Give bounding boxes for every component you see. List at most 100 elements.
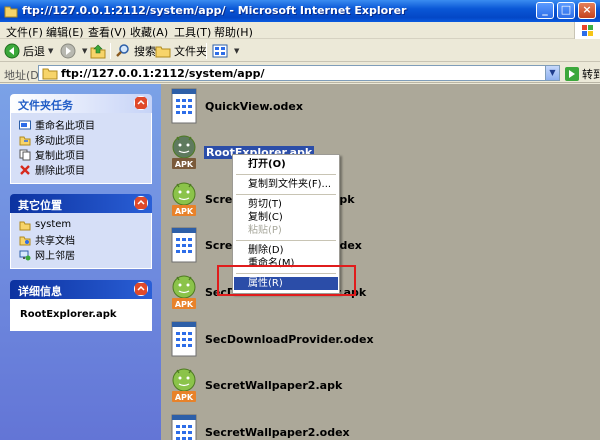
folder-tasks-title: 文件夹任务 — [18, 99, 73, 112]
menu-separator — [236, 174, 336, 175]
document-icon — [171, 321, 197, 357]
details-filename: RootExplorer.apk — [20, 309, 117, 320]
folder-tasks-body: 重命名此项目 移动此项目 复制此项目 删除此项目 — [10, 113, 152, 184]
document-icon — [171, 227, 197, 263]
menu-cut[interactable]: 剪切(T) — [234, 198, 338, 211]
svg-text:APK: APK — [175, 160, 194, 169]
collapse-icon[interactable] — [134, 282, 148, 296]
menu-paste: 粘贴(P) — [248, 225, 282, 236]
android-apk-icon: APK — [172, 368, 196, 402]
back-button[interactable]: 后退 ▼ — [4, 43, 53, 59]
file-item[interactable]: APKScreenCaptureShell.apk — [161, 180, 600, 226]
menu-bar: 文件(F) 编辑(E) 查看(V) 收藏(A) 工具(T) 帮助(H) — [0, 22, 600, 39]
folder-icon — [19, 221, 31, 230]
delete-x-icon — [20, 164, 30, 175]
task-delete[interactable]: 删除此项目 — [11, 162, 151, 177]
maximize-button[interactable]: □ — [557, 2, 575, 19]
place-shared-docs-label: 共享文档 — [35, 236, 75, 247]
svg-text:APK: APK — [175, 300, 194, 309]
back-arrow-icon — [4, 43, 20, 59]
place-shared-docs[interactable]: 共享文档 — [11, 232, 151, 247]
search-button[interactable]: 搜索 — [115, 43, 156, 59]
folder-icon — [42, 68, 58, 80]
task-rename-label: 重命名此项目 — [35, 121, 95, 132]
folders-button[interactable]: 文件夹 — [155, 43, 207, 59]
svg-text:APK: APK — [175, 393, 194, 402]
menu-copy-to-folder[interactable]: 复制到文件夹(F)... — [234, 178, 338, 191]
chevron-down-icon: ▼ — [48, 47, 54, 55]
rename-icon — [19, 120, 31, 129]
android-apk-icon: APK — [172, 135, 196, 169]
place-network[interactable]: 网上邻居 — [11, 247, 151, 262]
folders-icon — [155, 46, 171, 58]
collapse-icon[interactable] — [134, 96, 148, 110]
file-name: SecDownloadProvider.odex — [205, 333, 374, 346]
shared-folder-icon — [19, 236, 31, 245]
menu-open[interactable]: 打开(O) — [234, 158, 338, 171]
views-icon — [212, 44, 228, 58]
document-icon — [171, 414, 197, 440]
menu-favorites[interactable]: 收藏(A) — [130, 24, 168, 40]
search-label: 搜索 — [134, 45, 156, 58]
file-name: QuickView.odex — [205, 100, 303, 113]
other-places-body: system 共享文档 网上邻居 — [10, 213, 152, 269]
file-item[interactable]: SecDownloadProvider.odex — [161, 320, 600, 366]
forward-button[interactable]: ▼ — [60, 43, 87, 59]
folder-tasks-header[interactable]: 文件夹任务 — [10, 94, 152, 113]
toolbar: 后退 ▼ ▼ 搜索 文件夹 ▼ — [0, 40, 600, 62]
file-item[interactable]: SecretWallpaper2.odex — [161, 413, 600, 440]
go-arrow-icon — [565, 67, 579, 81]
task-move-label: 移动此项目 — [35, 136, 85, 147]
task-copy-label: 复制此项目 — [35, 151, 85, 162]
file-list: QuickView.odex APKRootExplorer.apkAPKScre… — [161, 84, 600, 440]
network-icon — [19, 250, 31, 260]
file-name: SecretWallpaper2.odex — [205, 426, 350, 439]
details-panel: 详细信息 RootExplorer.apk — [10, 280, 152, 331]
menu-separator — [236, 240, 336, 241]
collapse-icon[interactable] — [134, 196, 148, 210]
title-bar: ftp://127.0.0.1:2112/system/app/ - Micro… — [0, 0, 600, 22]
menu-view[interactable]: 查看(V) — [88, 24, 126, 40]
views-button[interactable]: ▼ — [212, 43, 239, 59]
address-input[interactable]: ftp://127.0.0.1:2112/system/app/ ▼ — [38, 65, 560, 81]
window-title: ftp://127.0.0.1:2112/system/app/ - Micro… — [22, 4, 407, 17]
chevron-down-icon: ▼ — [82, 47, 88, 55]
move-icon — [19, 136, 31, 145]
annotation-highlight-box — [217, 265, 356, 296]
windows-logo-icon — [574, 22, 600, 39]
place-system[interactable]: system — [11, 217, 151, 232]
up-folder-button[interactable] — [90, 43, 109, 59]
menu-copy[interactable]: 复制(C) — [234, 211, 338, 224]
file-item[interactable]: APK RootExplorer.apk — [161, 133, 600, 179]
menu-tools[interactable]: 工具(T) — [174, 24, 211, 40]
address-url: ftp://127.0.0.1:2112/system/app/ — [61, 67, 265, 80]
minimize-button[interactable]: _ — [536, 2, 554, 19]
task-rename[interactable]: 重命名此项目 — [11, 117, 151, 132]
place-network-label: 网上邻居 — [35, 251, 75, 262]
other-places-header[interactable]: 其它位置 — [10, 194, 152, 213]
copy-icon — [19, 149, 31, 160]
document-icon — [171, 88, 197, 124]
toolbar-separator — [206, 43, 207, 59]
menu-edit[interactable]: 编辑(E) — [46, 24, 84, 40]
menu-file[interactable]: 文件(F) — [6, 24, 43, 40]
address-dropdown-button[interactable]: ▼ — [545, 66, 559, 80]
details-header[interactable]: 详细信息 — [10, 280, 152, 299]
file-item[interactable]: APK SecretWallpaper2.apk — [161, 366, 600, 412]
task-move[interactable]: 移动此项目 — [11, 132, 151, 147]
menu-delete[interactable]: 删除(D) — [234, 244, 338, 257]
place-system-label: system — [35, 219, 72, 230]
close-button[interactable]: × — [578, 2, 596, 19]
up-folder-icon — [90, 44, 106, 59]
menu-help[interactable]: 帮助(H) — [214, 24, 253, 40]
folder-tasks-panel: 文件夹任务 重命名此项目 移动此项目 复制此项目 删除此项目 — [10, 94, 152, 184]
task-copy[interactable]: 复制此项目 — [11, 147, 151, 162]
details-body: RootExplorer.apk — [10, 299, 152, 331]
go-button[interactable]: 转到 — [565, 66, 600, 82]
file-name: SecretWallpaper2.apk — [205, 379, 343, 392]
details-title: 详细信息 — [18, 285, 62, 298]
other-places-title: 其它位置 — [18, 199, 62, 212]
folder-icon — [4, 6, 18, 18]
file-item[interactable]: QuickView.odex — [161, 87, 600, 133]
back-label: 后退 — [23, 45, 45, 58]
